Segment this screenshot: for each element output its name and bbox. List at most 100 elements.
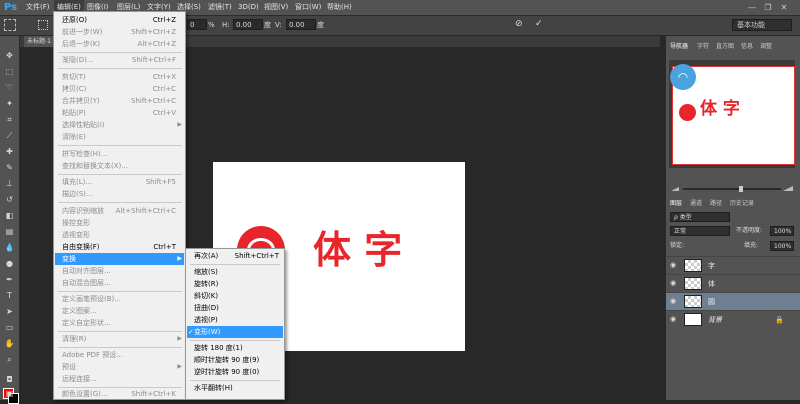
- magic-wand-tool-icon[interactable]: ✦: [3, 98, 16, 109]
- tab-histogram[interactable]: 直方图: [716, 42, 734, 51]
- submenu-item-again[interactable]: 再次(A) Shift+Ctrl+T: [187, 250, 283, 262]
- commit-transform-icon[interactable]: ✓: [535, 19, 543, 30]
- tab-character[interactable]: 字符: [697, 42, 709, 51]
- menu-item-copy-merged[interactable]: 合并拷贝(Y) Shift+Ctrl+C: [55, 95, 184, 107]
- layer-row[interactable]: ◉ 体: [666, 274, 800, 292]
- submenu-item-scale[interactable]: 缩放(S): [187, 266, 283, 278]
- history-brush-tool-icon[interactable]: ↺: [3, 194, 16, 205]
- menu-item-remote-connections[interactable]: 远程连接...: [55, 373, 184, 385]
- blend-mode-select[interactable]: 正常: [670, 226, 730, 236]
- x-field[interactable]: 0: [187, 19, 207, 30]
- menu-filter[interactable]: 滤镜(T): [208, 0, 232, 15]
- menu-item-fill[interactable]: 填充(L)... Shift+F5: [55, 176, 184, 188]
- fill-field[interactable]: 100%: [770, 241, 794, 251]
- document-tab[interactable]: 未标题-1: [24, 36, 54, 47]
- eye-icon[interactable]: ◉: [670, 261, 679, 270]
- hand-tool-icon[interactable]: ✋: [3, 338, 16, 349]
- menu-item-define-brush[interactable]: 定义画笔预设(B)...: [55, 293, 184, 305]
- brush-tool-icon[interactable]: ✎: [3, 162, 16, 173]
- clone-stamp-tool-icon[interactable]: ⊥: [3, 178, 16, 189]
- gradient-tool-icon[interactable]: ▤: [3, 226, 16, 237]
- layer-row[interactable]: ◉ 字: [666, 256, 800, 274]
- workspace-select[interactable]: 基本功能: [732, 19, 792, 31]
- submenu-item-rotate-180[interactable]: 旋转 180 度(1): [187, 342, 283, 354]
- h-skew-field[interactable]: 0.00: [233, 19, 263, 30]
- screen-mode-icon[interactable]: ▣: [3, 388, 16, 399]
- menu-item-stroke[interactable]: 描边(S)...: [55, 188, 184, 200]
- menu-item-find-replace[interactable]: 查找和替换文本(X)...: [55, 160, 184, 172]
- menu-file[interactable]: 文件(F): [26, 0, 50, 15]
- tab-history[interactable]: 历史记录: [730, 199, 754, 208]
- menu-3d[interactable]: 3D(D): [238, 0, 259, 15]
- menu-item-fade[interactable]: 渐隐(D)... Shift+Ctrl+F: [55, 54, 184, 66]
- submenu-item-warp[interactable]: ✓ 变形(W): [187, 326, 283, 338]
- menu-item-auto-blend-layers[interactable]: 自动混合图层...: [55, 277, 184, 289]
- menu-item-clear[interactable]: 清除(E): [55, 131, 184, 143]
- submenu-item-rotate-90-cw[interactable]: 顺时针旋转 90 度(9): [187, 354, 283, 366]
- layer-row[interactable]: ◉ 背景 🔒: [666, 310, 800, 328]
- quick-mask-icon[interactable]: ◘: [3, 374, 16, 385]
- close-icon[interactable]: ✕: [778, 2, 790, 13]
- pen-tool-icon[interactable]: ✒: [3, 274, 16, 285]
- menu-item-paste-special[interactable]: 选择性粘贴(I) ▶: [55, 119, 184, 131]
- menu-item-spell-check[interactable]: 拼写检查(H)...: [55, 148, 184, 160]
- menu-item-perspective-warp[interactable]: 透视变形: [55, 229, 184, 241]
- layer-row[interactable]: ◉ 圆: [666, 292, 800, 310]
- layer-kind-filter[interactable]: ρ 类型: [670, 212, 730, 222]
- path-selection-tool-icon[interactable]: ➤: [3, 306, 16, 317]
- menu-item-free-transform[interactable]: 自由变换(F) Ctrl+T: [55, 241, 184, 253]
- eye-icon[interactable]: ◉: [670, 279, 679, 288]
- menu-item-copy[interactable]: 拷贝(C) Ctrl+C: [55, 83, 184, 95]
- menu-item-cut[interactable]: 剪切(T) Ctrl+X: [55, 71, 184, 83]
- menu-item-pdf-presets[interactable]: Adobe PDF 预设...: [55, 349, 184, 361]
- tab-navigator[interactable]: 导航器: [670, 42, 688, 51]
- tab-info[interactable]: 信息: [741, 42, 753, 51]
- opacity-field[interactable]: 100%: [770, 226, 794, 236]
- zoom-tool-icon[interactable]: ⌕: [3, 354, 16, 365]
- eraser-tool-icon[interactable]: ◧: [3, 210, 16, 221]
- dodge-tool-icon[interactable]: ●: [3, 258, 16, 269]
- cancel-transform-icon[interactable]: ⊘: [515, 19, 523, 30]
- tab-adjustments[interactable]: 调整: [760, 42, 772, 51]
- menu-item-paste[interactable]: 粘贴(P) Ctrl+V: [55, 107, 184, 119]
- menu-item-puppet-warp[interactable]: 操控变形: [55, 217, 184, 229]
- menu-item-undo[interactable]: 还原(O) Ctrl+Z: [55, 14, 184, 26]
- menu-view[interactable]: 视图(V): [264, 0, 288, 15]
- menu-item-define-pattern[interactable]: 定义图案...: [55, 305, 184, 317]
- lasso-tool-icon[interactable]: ➰: [3, 82, 16, 93]
- eye-icon[interactable]: ◉: [670, 315, 679, 324]
- menu-item-auto-align-layers[interactable]: 自动对齐图层...: [55, 265, 184, 277]
- navigator-zoom-slider[interactable]: [669, 185, 795, 193]
- menu-item-define-custom-shape[interactable]: 定义自定形状...: [55, 317, 184, 329]
- tab-channels[interactable]: 通道: [690, 199, 702, 208]
- menu-item-presets[interactable]: 预设 ▶: [55, 361, 184, 373]
- minimize-icon[interactable]: —: [746, 2, 758, 13]
- blur-tool-icon[interactable]: 💧: [3, 242, 16, 253]
- crop-tool-icon[interactable]: ⌗: [3, 114, 16, 125]
- submenu-item-distort[interactable]: 扭曲(D): [187, 302, 283, 314]
- reference-point-icon[interactable]: [38, 20, 48, 30]
- tab-paths[interactable]: 路径: [710, 199, 722, 208]
- submenu-item-flip-horizontal[interactable]: 水平翻转(H): [187, 382, 283, 394]
- shape-tool-icon[interactable]: ▭: [3, 322, 16, 333]
- submenu-item-perspective[interactable]: 透视(P): [187, 314, 283, 326]
- menu-window[interactable]: 窗口(W): [295, 0, 321, 15]
- v-skew-field[interactable]: 0.00: [286, 19, 316, 30]
- move-tool-icon[interactable]: ✥: [3, 50, 16, 61]
- transform-tool-icon[interactable]: [4, 19, 16, 31]
- submenu-item-rotate[interactable]: 旋转(R): [187, 278, 283, 290]
- menu-item-transform[interactable]: 变换 ▶: [55, 253, 184, 265]
- menu-help[interactable]: 帮助(H): [327, 0, 352, 15]
- menu-item-purge[interactable]: 清理(R) ▶: [55, 333, 184, 345]
- submenu-item-rotate-90-ccw[interactable]: 逆时针旋转 90 度(0): [187, 366, 283, 378]
- menu-item-color-settings[interactable]: 颜色设置(G)... Shift+Ctrl+K: [55, 388, 184, 400]
- healing-brush-tool-icon[interactable]: ✚: [3, 146, 16, 157]
- type-tool-icon[interactable]: T: [3, 290, 16, 301]
- tab-layers[interactable]: 图层: [670, 199, 682, 208]
- eye-icon[interactable]: ◉: [670, 297, 679, 306]
- eyedropper-tool-icon[interactable]: ⟋: [3, 130, 16, 141]
- marquee-tool-icon[interactable]: ⬚: [3, 66, 16, 77]
- menu-item-step-backward[interactable]: 后退一步(K) Alt+Ctrl+Z: [55, 38, 184, 50]
- maximize-icon[interactable]: ❐: [762, 2, 774, 13]
- menu-item-step-forward[interactable]: 前进一步(W) Shift+Ctrl+Z: [55, 26, 184, 38]
